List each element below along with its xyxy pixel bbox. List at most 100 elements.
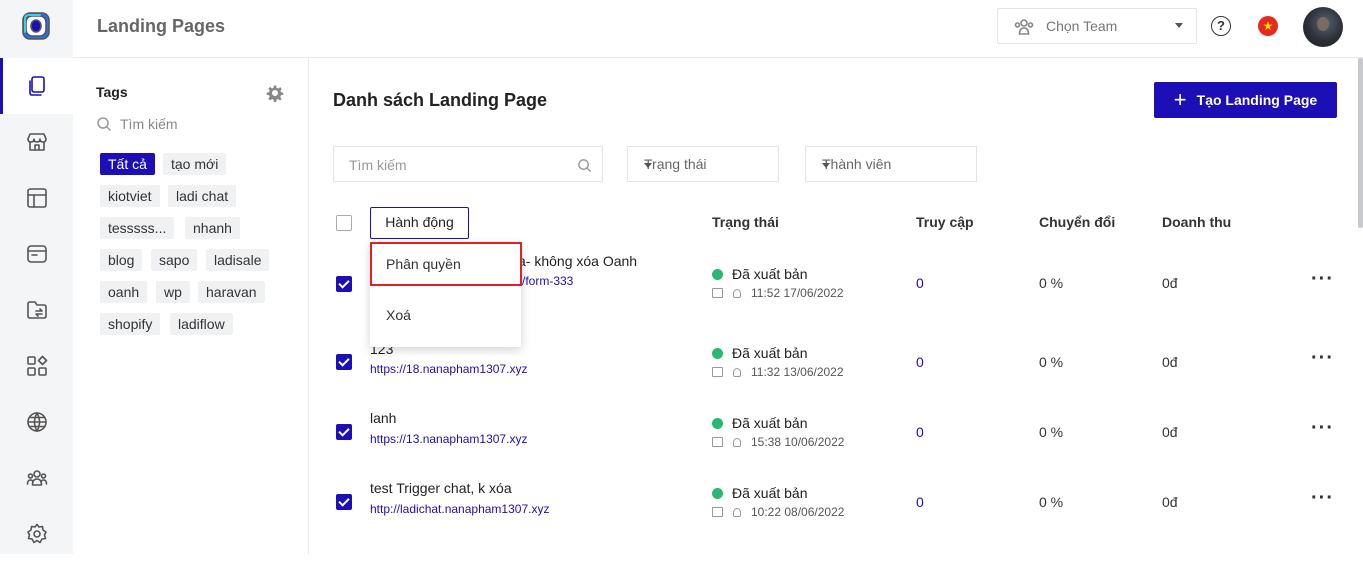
left-rail <box>0 0 73 554</box>
globe-icon <box>26 412 47 432</box>
tag-chip[interactable]: tesssss... <box>100 217 175 239</box>
table-row: test Trigger chat, k xóa http://ladichat… <box>309 478 1363 548</box>
row-status: Đã xuất bản <box>712 345 808 361</box>
rail-item-domains[interactable] <box>0 394 73 450</box>
chevron-down-icon <box>1175 23 1183 28</box>
user-icon <box>733 507 741 517</box>
rail-item-pages[interactable] <box>0 58 73 114</box>
row-url[interactable]: https://18.nanapham1307.xyz <box>370 362 527 376</box>
tag-chip[interactable]: ladisale <box>206 249 270 271</box>
row-status: Đã xuất bản <box>712 485 808 501</box>
row-name[interactable]: a- không xóa Oanh <box>518 253 637 269</box>
layout-icon <box>26 188 47 208</box>
row-time: 15:38 10/06/2022 <box>751 435 845 449</box>
plus-icon: + <box>1173 87 1187 112</box>
vietnam-flag-icon[interactable]: ★ <box>1258 16 1278 36</box>
tags-panel: Tags Tìm kiếm Tất cả tạo mới kiotviet la… <box>73 58 309 554</box>
row-revenue: 0đ <box>1162 275 1178 291</box>
member-filter-select[interactable]: Thành viên <box>805 146 977 182</box>
select-all-checkbox[interactable] <box>336 215 352 231</box>
tag-chip[interactable]: shopify <box>100 313 161 335</box>
team-select[interactable]: Chọn Team <box>997 8 1197 44</box>
rail-item-folder[interactable] <box>0 282 73 338</box>
search-input[interactable]: Tìm kiếm <box>333 146 603 182</box>
row-revenue: 0đ <box>1162 354 1178 370</box>
column-header-conversion: Chuyển đổi <box>1039 214 1116 230</box>
row-meta: 10:22 08/06/2022 <box>712 505 844 519</box>
scrollbar[interactable] <box>1358 58 1363 228</box>
row-conversion: 0 % <box>1039 354 1064 370</box>
main-content: Danh sách Landing Page + Tạo Landing Pag… <box>309 58 1363 554</box>
gear-icon[interactable] <box>266 84 284 102</box>
page-title: Landing Pages <box>97 16 226 36</box>
row-visits[interactable]: 0 <box>916 275 924 291</box>
row-url[interactable]: https://13.nanapham1307.xyz <box>370 432 527 446</box>
tag-chip[interactable]: sapo <box>151 249 198 271</box>
list-heading: Danh sách Landing Page <box>333 90 548 110</box>
row-name[interactable]: lanh <box>370 410 396 426</box>
member-filter-label: Thành viên <box>822 156 892 172</box>
row-checkbox[interactable] <box>336 354 352 370</box>
user-icon <box>733 367 741 377</box>
row-meta: 11:32 13/06/2022 <box>712 365 844 379</box>
rail-item-layout[interactable] <box>0 170 73 226</box>
row-visits[interactable]: 0 <box>916 494 924 510</box>
folder-swap-icon <box>26 301 47 319</box>
rail-item-team[interactable] <box>0 450 73 506</box>
row-checkbox[interactable] <box>336 494 352 510</box>
row-meta: 11:52 17/06/2022 <box>712 286 844 300</box>
store-icon <box>26 133 47 151</box>
row-conversion: 0 % <box>1039 275 1064 291</box>
row-url[interactable]: /form-333 <box>522 274 573 288</box>
user-icon <box>733 288 741 298</box>
more-options-icon[interactable]: ··· <box>1311 347 1334 370</box>
rail-item-apps[interactable] <box>0 338 73 394</box>
action-button[interactable]: Hành động <box>370 207 469 239</box>
team-icon <box>1014 19 1034 35</box>
tags-header: Tags <box>96 84 128 100</box>
avatar[interactable] <box>1303 7 1343 47</box>
device-icon <box>712 367 723 377</box>
rail-item-store[interactable] <box>0 114 73 170</box>
tag-chip[interactable]: oanh <box>100 281 148 303</box>
row-url[interactable]: http://ladichat.nanapham1307.xyz <box>370 502 549 516</box>
app-logo-icon[interactable] <box>20 10 52 42</box>
status-filter-select[interactable]: Trạng thái <box>627 146 779 182</box>
column-header-revenue: Doanh thu <box>1162 214 1232 230</box>
user-icon <box>733 437 741 447</box>
tag-chip[interactable]: ladi chat <box>168 185 237 207</box>
more-options-icon[interactable]: ··· <box>1311 417 1334 440</box>
tag-chip-all[interactable]: Tất cả <box>100 153 155 175</box>
chevron-down-icon <box>644 163 652 168</box>
row-visits[interactable]: 0 <box>916 424 924 440</box>
more-options-icon[interactable]: ··· <box>1311 268 1334 291</box>
row-checkbox[interactable] <box>336 424 352 440</box>
row-revenue: 0đ <box>1162 494 1178 510</box>
column-header-status: Trạng thái <box>712 214 779 230</box>
top-bar: Landing Pages Chọn Team ? ★ <box>73 0 1363 58</box>
tag-chip[interactable]: ladiflow <box>170 313 233 335</box>
create-landing-page-button[interactable]: + Tạo Landing Page <box>1154 82 1337 118</box>
search-icon <box>578 159 592 173</box>
tag-chip[interactable]: haravan <box>198 281 265 303</box>
row-time: 10:22 08/06/2022 <box>751 505 845 519</box>
row-conversion: 0 % <box>1039 494 1064 510</box>
search-placeholder: Tìm kiếm <box>349 157 407 173</box>
tag-chip[interactable]: blog <box>100 249 143 271</box>
menu-item-delete[interactable]: Xoá <box>370 293 521 337</box>
tag-chip[interactable]: kiotviet <box>100 185 160 207</box>
table-row: lanh https://13.nanapham1307.xyz Đã xuất… <box>309 408 1363 478</box>
tags-search[interactable]: Tìm kiếm <box>96 114 178 134</box>
team-select-label: Chọn Team <box>1046 18 1118 34</box>
tag-chip[interactable]: nhanh <box>185 217 240 239</box>
rail-item-browser[interactable] <box>0 226 73 282</box>
tag-chip[interactable]: wp <box>156 281 190 303</box>
row-visits[interactable]: 0 <box>916 354 924 370</box>
device-icon <box>712 437 723 447</box>
menu-item-permissions[interactable]: Phân quyền <box>370 242 522 286</box>
help-icon[interactable]: ? <box>1211 16 1231 36</box>
tag-chip[interactable]: tạo mới <box>163 153 227 175</box>
more-options-icon[interactable]: ··· <box>1311 487 1334 510</box>
row-name[interactable]: test Trigger chat, k xóa <box>370 480 512 496</box>
row-checkbox[interactable] <box>336 276 352 292</box>
